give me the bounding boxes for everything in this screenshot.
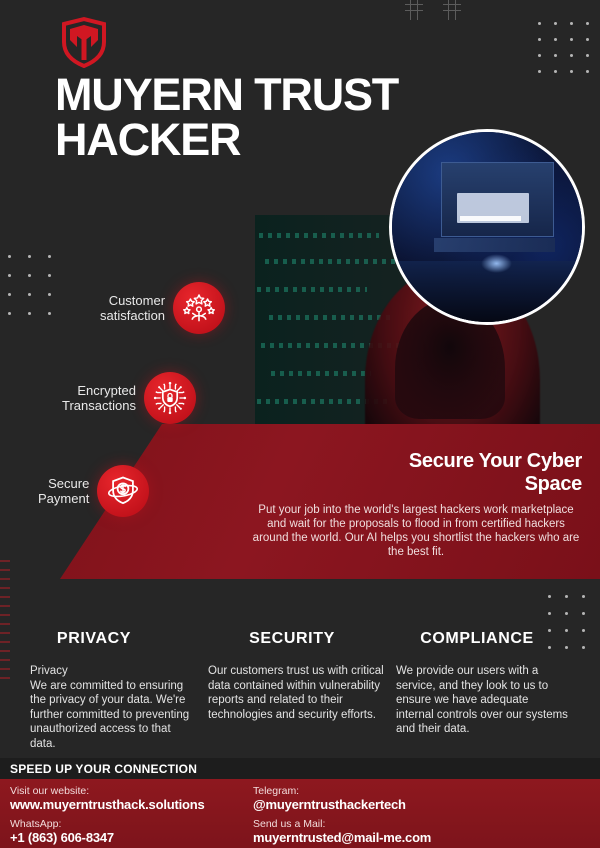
footer-telegram-caption: Telegram: — [253, 785, 300, 797]
column-title: SECURITY — [249, 630, 335, 647]
hero-title-line1: MUYERN TRUST — [55, 69, 399, 120]
footer-telegram[interactable]: Telegram: @muyerntrusthackertech — [253, 785, 406, 812]
footer-telegram-value[interactable]: @muyerntrusthackertech — [253, 797, 406, 812]
keyboard-shape — [433, 238, 556, 252]
footer-mail[interactable]: Send us a Mail: muyerntrusted@mail-me.co… — [253, 818, 431, 845]
feature-secure-payment: Secure Payment — [38, 465, 150, 517]
edge-dash-decoration — [0, 560, 10, 680]
banner-heading-line2: Space — [524, 473, 583, 495]
footer-mail-value[interactable]: muyerntrusted@mail-me.com — [253, 830, 431, 845]
secure-payment-shield-dollar-icon — [97, 465, 150, 517]
hero-photo-scene — [392, 132, 582, 322]
footer-website[interactable]: Visit our website: www.muyerntrusthack.s… — [10, 785, 205, 812]
banner-heading: Secure Your Cyber Space — [300, 450, 582, 496]
customer-satisfaction-stars-icon — [173, 282, 226, 334]
feature-label: Encrypted Transactions — [62, 383, 136, 413]
feature-customer-satisfaction: Customer satisfaction — [100, 282, 226, 334]
hero-photo-circle — [389, 129, 585, 325]
crosshatch-icon — [443, 0, 461, 20]
feature-encrypted-transactions: Encrypted Transactions — [62, 372, 196, 424]
column-body: Privacy We are committed to ensuring the… — [30, 665, 190, 750]
footer-website-caption: Visit our website: — [10, 785, 90, 797]
footer-whatsapp-value[interactable]: +1 (863) 606-8347 — [10, 830, 114, 845]
banner-body-text: Put your job into the world's largest ha… — [252, 504, 580, 558]
column-body: Our customers trust us with critical dat… — [208, 665, 384, 721]
encrypted-shield-lock-icon — [143, 372, 196, 424]
speed-up-connection-bar: SPEED UP YOUR CONNECTION — [0, 758, 600, 779]
banner-heading-line1: Secure Your Cyber — [408, 450, 582, 472]
feature-label: Customer satisfaction — [100, 293, 166, 323]
feature-label: Secure Payment — [38, 476, 90, 506]
poster-root: MUYERN TRUST HACKER Customer satisfactio… — [0, 0, 600, 848]
column-title: COMPLIANCE — [420, 630, 534, 647]
footer-mail-caption: Send us a Mail: — [253, 818, 326, 830]
dot-grid-decoration — [538, 22, 600, 86]
column-security: SECURITY Our customers trust us with cri… — [208, 630, 386, 722]
dot-grid-decoration — [8, 255, 68, 331]
column-body: We provide our users with a service, and… — [396, 665, 568, 735]
speed-up-connection-label: SPEED UP YOUR CONNECTION — [10, 762, 198, 776]
column-privacy: PRIVACY Privacy We are committed to ensu… — [14, 630, 194, 751]
monitor-progress-bar-shape — [460, 215, 522, 222]
footer-whatsapp-caption: WhatsApp: — [10, 818, 62, 830]
screen-glow — [481, 253, 512, 273]
crosshatch-icon — [405, 0, 423, 20]
column-title: PRIVACY — [56, 630, 132, 647]
column-compliance: COMPLIANCE We provide our users with a s… — [396, 630, 568, 737]
brand-logo-icon — [58, 16, 110, 69]
footer-website-value[interactable]: www.muyerntrusthack.solutions — [10, 797, 205, 812]
footer-whatsapp[interactable]: WhatsApp: +1 (863) 606-8347 — [10, 818, 114, 845]
footer-contact-bar: Visit our website: www.muyerntrusthack.s… — [0, 779, 600, 848]
